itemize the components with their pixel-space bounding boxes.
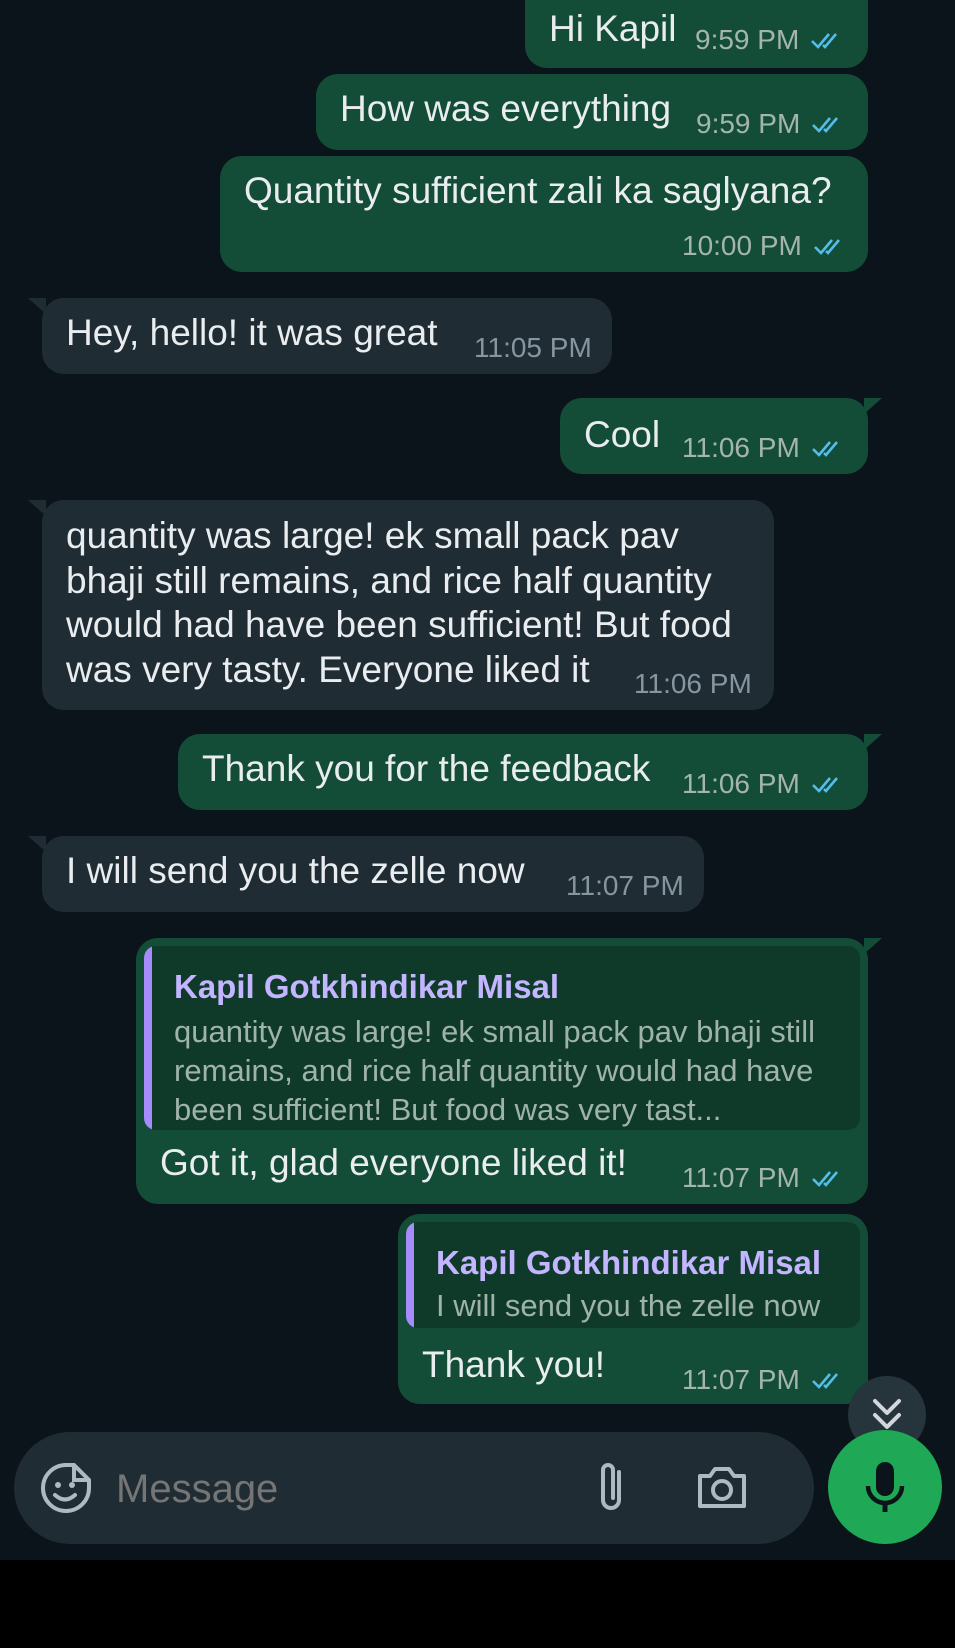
bubble-tail [864,398,882,414]
message-time: 9:59 PM [695,24,800,55]
quoted-sender: Kapil Gotkhindikar Misal [436,1244,822,1281]
message-time: 11:07 PM [682,1364,800,1395]
quote-bar [406,1222,414,1328]
quoted-sender: Kapil Gotkhindikar Misal [174,968,560,1005]
quoted-message[interactable]: Kapil Gotkhindikar Misal I will send you… [406,1222,860,1328]
incoming-message[interactable]: Hey, hello! it was great 11:05 PM [28,298,612,374]
outgoing-message[interactable]: Quantity sufficient zali ka saglyana? 10… [220,156,868,272]
emoji-sticker-icon[interactable] [36,1458,96,1518]
message-text: Quantity sufficient zali ka saglyana? [244,170,832,211]
quoted-text: I will send you the zelle now [436,1288,821,1323]
camera-icon[interactable] [692,1458,752,1518]
message-time: 9:59 PM [696,108,801,139]
bubble-tail [28,298,46,314]
voice-record-button[interactable] [828,1430,942,1544]
message-meta: 11:07 PM [682,1364,850,1396]
double-check-icon [812,117,839,133]
bubble-tail [28,500,46,516]
message-meta: 11:07 PM [566,870,684,902]
message-meta: 11:06 PM [634,668,752,700]
system-nav-bar [0,1560,955,1648]
outgoing-message[interactable]: Hi Kapil 9:59 PM [525,0,868,68]
message-time: 11:06 PM [682,432,800,463]
message-text: Cool [584,414,661,455]
message-text: Thank you! [422,1344,606,1385]
double-check-icon [811,777,838,793]
incoming-message[interactable]: I will send you the zelle now 11:07 PM [28,836,704,912]
message-text: quantity was large! ek small pack pav bh… [66,515,732,690]
message-time: 11:07 PM [566,870,684,901]
message-meta: 11:06 PM [682,768,850,800]
double-check-icon [811,33,838,49]
message-text: Hey, hello! it was great [66,312,438,353]
outgoing-message[interactable]: Kapil Gotkhindikar Misal I will send you… [398,1214,868,1404]
message-text: How was everything [340,88,672,129]
message-time: 11:06 PM [682,768,800,799]
chat-area: Hi Kapil 9:59 PM How was everything 9:59… [0,0,955,1505]
message-text: Hi Kapil [549,8,677,49]
outgoing-message[interactable]: Kapil Gotkhindikar Misal quantity was la… [136,938,882,1204]
double-check-icon [811,1171,838,1187]
message-time: 10:00 PM [682,230,802,261]
bubble-tail [28,836,46,852]
message-meta: 10:00 PM [682,230,852,262]
message-meta: 11:06 PM [682,432,850,464]
message-meta: 11:05 PM [474,332,592,364]
message-meta: 9:59 PM [696,108,850,140]
message-text: I will send you the zelle now [66,850,525,891]
message-time: 11:07 PM [682,1162,800,1193]
message-meta: 9:59 PM [695,24,849,56]
double-check-icon [813,239,840,255]
message-text: Thank you for the feedback [202,748,651,789]
quoted-message[interactable]: Kapil Gotkhindikar Misal quantity was la… [144,946,860,1130]
quote-bar [144,946,152,1130]
message-composer [14,1432,814,1544]
outgoing-message[interactable]: How was everything 9:59 PM [316,74,868,150]
message-meta: 11:07 PM [682,1162,850,1194]
quoted-text: quantity was large! ek small pack pav bh… [174,1014,815,1127]
double-check-icon [811,441,838,457]
double-check-icon [811,1373,838,1389]
bubble-tail [864,734,882,750]
incoming-message[interactable]: quantity was large! ek small pack pav bh… [28,500,774,710]
message-time: 11:05 PM [474,332,592,363]
outgoing-message[interactable]: Cool 11:06 PM [560,398,882,474]
message-text: Got it, glad everyone liked it! [160,1142,627,1183]
paperclip-icon[interactable] [592,1458,632,1518]
outgoing-message[interactable]: Thank you for the feedback 11:06 PM [178,734,882,810]
microphone-icon [865,1462,905,1512]
message-input[interactable] [114,1460,578,1518]
bubble-tail [864,938,882,954]
message-time: 11:06 PM [634,668,752,699]
